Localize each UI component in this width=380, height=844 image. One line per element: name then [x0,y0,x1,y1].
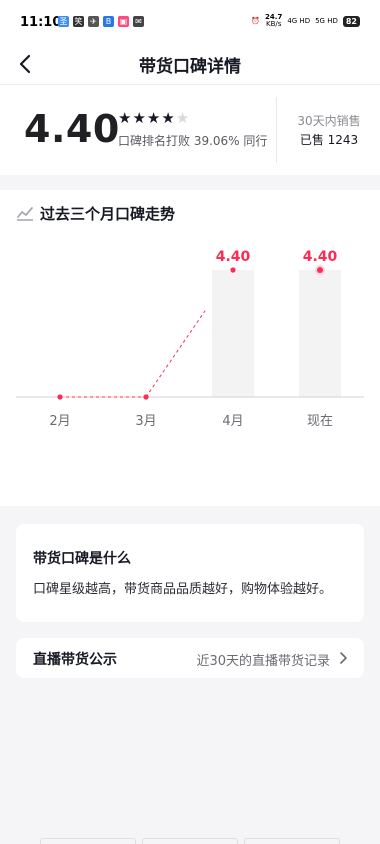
chart-point [57,394,63,400]
star-filled-icon: ★ [146,109,161,127]
chart-category-label: 2月 [49,414,70,429]
battery-indicator: 82 [342,15,360,27]
score-value: 4.40 [24,107,120,151]
net-speed: 24.7 KB/s [265,14,282,28]
star-rating: ★ ★ ★ ★ ★ [118,110,189,126]
app-icon-2: 笑 [73,16,84,27]
chart-category-label: 现在 [307,414,333,429]
divider [276,97,277,163]
chart-point [230,267,236,273]
app-icon-1: 圣 [58,16,69,27]
score-card: 4.40 ★ ★ ★ ★ ★ 口碑排名打败 39.06% 同行 30天内销售 已售 12… [0,84,380,175]
chevron-right-icon [340,652,347,664]
status-time: 11:10 [20,15,62,30]
live-title: 直播带货公示 [33,652,117,668]
status-right: ⏰ 24.7 KB/s 4G HD 5G HD 82 [251,14,360,28]
status-bar: 11:10 圣笑 ✈ B ▣ ✉ ⏰ 24.7 KB/s 4G HD 5G HD 82 [0,0,380,44]
star-filled-icon: ★ [132,109,146,127]
trend-chart-icon [17,207,33,221]
signal-4g: 4G HD [287,17,311,25]
chart-value-label: 4.40 [216,249,251,265]
app-icon-5: ▣ [118,16,129,27]
sales-value: 已售 1243 [299,133,359,147]
rank-text: 口碑排名打败 39.06% 同行 [118,134,268,148]
live-record-row[interactable]: 直播带货公示 近30天的直播带货记录 [16,638,364,678]
chart-category-label: 3月 [135,414,156,429]
live-record-link[interactable]: 近30天的直播带货记录 [196,650,330,669]
bottom-edge [40,838,340,844]
info-title: 带货口碑是什么 [33,551,131,567]
trend-title: 过去三个月口碑走势 [40,205,176,223]
mail-icon: ✉ [133,16,144,27]
signal-5g: 5G HD [315,17,338,25]
chart-point [143,394,149,400]
chart-bar [212,270,254,397]
info-description: 口碑星级越高，带货商品品质越好，购物体验越好。 [33,582,333,597]
info-card: 带货口碑是什么 口碑星级越高，带货商品品质越好，购物体验越好。 [16,524,364,622]
page-title: 带货口碑详情 [139,57,241,77]
status-app-icons: 圣笑 ✈ B ▣ ✉ [58,16,144,27]
star-filled-icon: ★ [118,109,132,127]
sales-label: 30天内销售 [297,114,361,128]
net-speed-unit: KB/s [265,20,282,28]
trend-card: 过去三个月口碑走势 4.40 4.40 2月 3月 4月 现在 [0,190,380,506]
navigation-bar: 带货口碑详情 [0,44,380,84]
star-empty-icon: ★ [175,109,190,127]
chart-value-label: 4.40 [303,249,338,265]
app-icon-3: ✈ [88,16,99,27]
alarm-icon: ⏰ [251,17,261,25]
chart-category-label: 4月 [222,414,243,429]
star-filled-icon: ★ [161,109,175,127]
chart-bar [299,270,341,397]
app-icon-4: B [103,16,114,27]
chart-point [317,267,323,273]
chart-trend-line [145,310,206,398]
trend-chart: 4.40 4.40 2月 3月 4月 现在 [16,249,364,429]
